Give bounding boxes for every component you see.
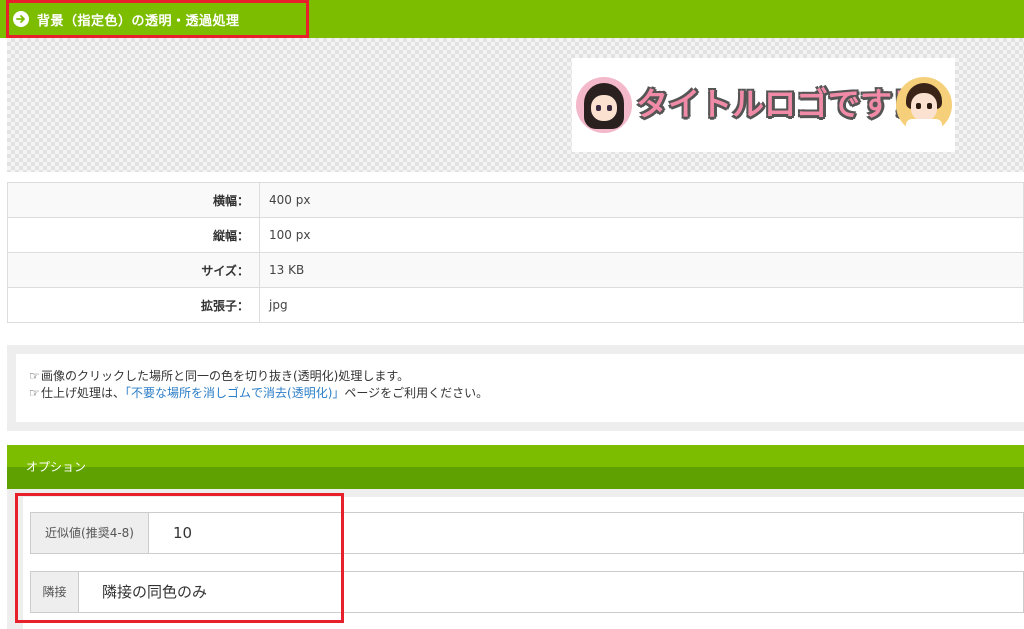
width-value: 400 px	[259, 182, 1024, 218]
image-info-table: 横幅： 400 px 縦幅： 100 px サイズ： 13 KB 拡張子： jp…	[7, 182, 1024, 323]
notice-panel: ☞画像のクリックした場所と同一の色を切り抜き(透明化)処理します。 ☞仕上げ処理…	[7, 345, 1024, 431]
options-highlight-box	[15, 493, 344, 623]
girl-avatar-icon	[576, 77, 632, 133]
hand-pointing-icon: ☞	[29, 369, 40, 383]
size-value: 13 KB	[259, 252, 1024, 288]
height-label: 縦幅：	[7, 217, 260, 253]
size-label: サイズ：	[7, 252, 260, 288]
eraser-page-link[interactable]: 「不要な場所を消しゴムで消去(透明化)」	[125, 386, 344, 400]
notice-box: ☞画像のクリックした場所と同一の色を切り抜き(透明化)処理します。 ☞仕上げ処理…	[16, 354, 1024, 422]
table-row: サイズ： 13 KB	[7, 252, 1024, 288]
height-value: 100 px	[259, 217, 1024, 253]
notice-text-2-suffix: ページをご利用ください。	[344, 386, 489, 400]
table-row: 縦幅： 100 px	[7, 217, 1024, 253]
header-highlight-box	[6, 0, 309, 38]
notice-text-2-prefix: 仕上げ処理は、	[41, 386, 126, 400]
notice-line-1: ☞画像のクリックした場所と同一の色を切り抜き(透明化)処理します。	[29, 368, 1024, 385]
logo-text: タイトルロゴです！	[636, 85, 925, 123]
boy-avatar-icon	[896, 77, 952, 133]
preview-image[interactable]: タイトルロゴです！	[572, 58, 955, 152]
table-row: 拡張子： jpg	[7, 287, 1024, 323]
options-header: オプション	[7, 445, 1024, 489]
extension-label: 拡張子：	[7, 287, 260, 323]
notice-text-1: 画像のクリックした場所と同一の色を切り抜き(透明化)処理します。	[41, 369, 410, 383]
width-label: 横幅：	[7, 182, 260, 218]
table-row: 横幅： 400 px	[7, 182, 1024, 218]
hand-pointing-icon: ☞	[29, 386, 40, 400]
options-title: オプション	[26, 460, 87, 474]
notice-line-2: ☞仕上げ処理は、「不要な場所を消しゴムで消去(透明化)」ページをご利用ください。	[29, 385, 1024, 402]
extension-value: jpg	[259, 287, 1024, 323]
